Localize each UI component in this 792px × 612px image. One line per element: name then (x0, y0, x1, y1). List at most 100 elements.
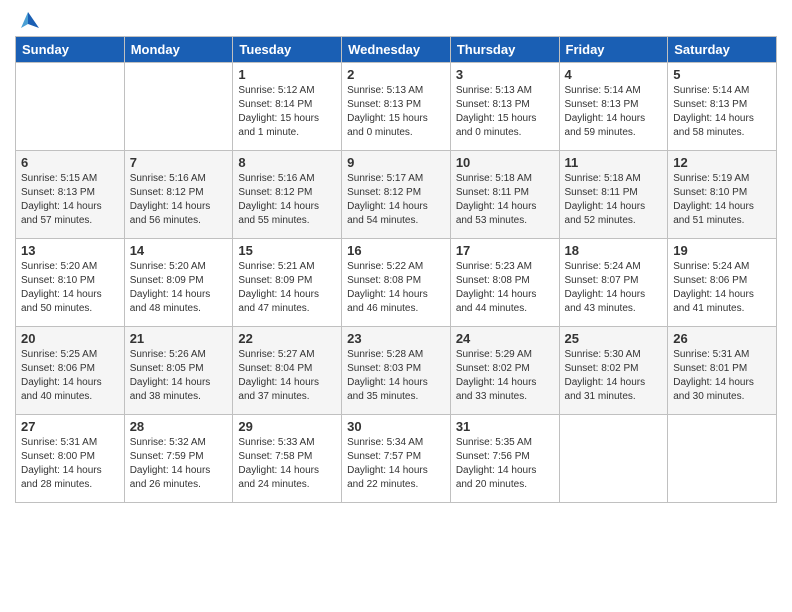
calendar-cell: 11Sunrise: 5:18 AM Sunset: 8:11 PM Dayli… (559, 151, 668, 239)
day-info: Sunrise: 5:14 AM Sunset: 8:13 PM Dayligh… (673, 84, 771, 140)
day-info: Sunrise: 5:21 AM Sunset: 8:09 PM Dayligh… (238, 260, 336, 316)
day-number: 28 (130, 419, 228, 434)
day-info: Sunrise: 5:16 AM Sunset: 8:12 PM Dayligh… (130, 172, 228, 228)
calendar-cell: 5 Sunrise: 5:14 AM Sunset: 8:13 PM Daylig… (668, 63, 777, 151)
day-info: Sunrise: 5:31 AM Sunset: 8:00 PM Dayligh… (21, 436, 119, 492)
calendar-cell: 17 Sunrise: 5:23 AM Sunset: 8:08 PM Dayli… (450, 239, 559, 327)
calendar-cell (124, 63, 233, 151)
week-row-5: 27 Sunrise: 5:31 AM Sunset: 8:00 PM Dayli… (16, 415, 777, 503)
day-number: 15 (238, 243, 336, 258)
calendar-cell (559, 415, 668, 503)
day-number: 24 (456, 331, 554, 346)
col-header-thursday: Thursday (450, 37, 559, 63)
calendar-cell: 12 Sunrise: 5:19 AM Sunset: 8:10 PM Dayli… (668, 151, 777, 239)
day-number: 17 (456, 243, 554, 258)
calendar-cell: 31 Sunrise: 5:35 AM Sunset: 7:56 PM Dayli… (450, 415, 559, 503)
calendar-cell: 20 Sunrise: 5:25 AM Sunset: 8:06 PM Dayli… (16, 327, 125, 415)
calendar-cell: 16Sunrise: 5:22 AM Sunset: 8:08 PM Dayli… (342, 239, 451, 327)
day-info: Sunrise: 5:14 AM Sunset: 8:13 PM Dayligh… (565, 84, 663, 140)
day-info: Sunrise: 5:24 AM Sunset: 8:06 PM Dayligh… (673, 260, 771, 316)
col-header-saturday: Saturday (668, 37, 777, 63)
logo-icon (17, 10, 39, 32)
day-number: 26 (673, 331, 771, 346)
day-info: Sunrise: 5:30 AM Sunset: 8:02 PM Dayligh… (565, 348, 663, 404)
day-info: Sunrise: 5:24 AM Sunset: 8:07 PM Dayligh… (565, 260, 663, 316)
day-number: 23 (347, 331, 445, 346)
calendar-cell: 8 Sunrise: 5:16 AM Sunset: 8:12 PM Daylig… (233, 151, 342, 239)
calendar-cell: 30 Sunrise: 5:34 AM Sunset: 7:57 PM Dayli… (342, 415, 451, 503)
page: SundayMondayTuesdayWednesdayThursdayFrid… (0, 0, 792, 612)
calendar-cell (16, 63, 125, 151)
day-info: Sunrise: 5:26 AM Sunset: 8:05 PM Dayligh… (130, 348, 228, 404)
week-row-3: 13Sunrise: 5:20 AM Sunset: 8:10 PM Dayli… (16, 239, 777, 327)
calendar-cell: 3Sunrise: 5:13 AM Sunset: 8:13 PM Daylig… (450, 63, 559, 151)
day-number: 31 (456, 419, 554, 434)
calendar-cell: 15 Sunrise: 5:21 AM Sunset: 8:09 PM Dayli… (233, 239, 342, 327)
day-number: 16 (347, 243, 445, 258)
header (15, 10, 777, 28)
calendar: SundayMondayTuesdayWednesdayThursdayFrid… (15, 36, 777, 503)
day-number: 29 (238, 419, 336, 434)
logo (15, 10, 39, 28)
day-number: 30 (347, 419, 445, 434)
calendar-cell: 27 Sunrise: 5:31 AM Sunset: 8:00 PM Dayli… (16, 415, 125, 503)
day-number: 27 (21, 419, 119, 434)
day-number: 7 (130, 155, 228, 170)
day-info: Sunrise: 5:34 AM Sunset: 7:57 PM Dayligh… (347, 436, 445, 492)
calendar-cell: 23 Sunrise: 5:28 AM Sunset: 8:03 PM Dayli… (342, 327, 451, 415)
calendar-cell: 2 Sunrise: 5:13 AM Sunset: 8:13 PM Daylig… (342, 63, 451, 151)
calendar-cell: 13Sunrise: 5:20 AM Sunset: 8:10 PM Dayli… (16, 239, 125, 327)
day-info: Sunrise: 5:13 AM Sunset: 8:13 PM Dayligh… (347, 84, 445, 140)
col-header-friday: Friday (559, 37, 668, 63)
day-info: Sunrise: 5:28 AM Sunset: 8:03 PM Dayligh… (347, 348, 445, 404)
day-number: 10 (456, 155, 554, 170)
calendar-cell: 18 Sunrise: 5:24 AM Sunset: 8:07 PM Dayli… (559, 239, 668, 327)
col-header-wednesday: Wednesday (342, 37, 451, 63)
day-info: Sunrise: 5:27 AM Sunset: 8:04 PM Dayligh… (238, 348, 336, 404)
calendar-cell: 4 Sunrise: 5:14 AM Sunset: 8:13 PM Daylig… (559, 63, 668, 151)
day-info: Sunrise: 5:16 AM Sunset: 8:12 PM Dayligh… (238, 172, 336, 228)
calendar-cell: 21Sunrise: 5:26 AM Sunset: 8:05 PM Dayli… (124, 327, 233, 415)
day-info: Sunrise: 5:33 AM Sunset: 7:58 PM Dayligh… (238, 436, 336, 492)
day-number: 13 (21, 243, 119, 258)
day-info: Sunrise: 5:31 AM Sunset: 8:01 PM Dayligh… (673, 348, 771, 404)
day-info: Sunrise: 5:25 AM Sunset: 8:06 PM Dayligh… (21, 348, 119, 404)
day-info: Sunrise: 5:32 AM Sunset: 7:59 PM Dayligh… (130, 436, 228, 492)
day-number: 2 (347, 67, 445, 82)
day-info: Sunrise: 5:20 AM Sunset: 8:09 PM Dayligh… (130, 260, 228, 316)
day-info: Sunrise: 5:15 AM Sunset: 8:13 PM Dayligh… (21, 172, 119, 228)
calendar-cell: 10 Sunrise: 5:18 AM Sunset: 8:11 PM Dayli… (450, 151, 559, 239)
day-number: 4 (565, 67, 663, 82)
calendar-cell: 6 Sunrise: 5:15 AM Sunset: 8:13 PM Daylig… (16, 151, 125, 239)
day-info: Sunrise: 5:29 AM Sunset: 8:02 PM Dayligh… (456, 348, 554, 404)
day-number: 8 (238, 155, 336, 170)
calendar-cell: 14Sunrise: 5:20 AM Sunset: 8:09 PM Dayli… (124, 239, 233, 327)
day-number: 6 (21, 155, 119, 170)
day-number: 5 (673, 67, 771, 82)
day-number: 25 (565, 331, 663, 346)
day-number: 12 (673, 155, 771, 170)
week-row-1: 1 Sunrise: 5:12 AM Sunset: 8:14 PM Daylig… (16, 63, 777, 151)
day-info: Sunrise: 5:12 AM Sunset: 8:14 PM Dayligh… (238, 84, 336, 140)
day-info: Sunrise: 5:18 AM Sunset: 8:11 PM Dayligh… (565, 172, 663, 228)
calendar-cell: 9Sunrise: 5:17 AM Sunset: 8:12 PM Daylig… (342, 151, 451, 239)
day-info: Sunrise: 5:35 AM Sunset: 7:56 PM Dayligh… (456, 436, 554, 492)
day-number: 3 (456, 67, 554, 82)
col-header-tuesday: Tuesday (233, 37, 342, 63)
calendar-cell: 1 Sunrise: 5:12 AM Sunset: 8:14 PM Daylig… (233, 63, 342, 151)
day-info: Sunrise: 5:17 AM Sunset: 8:12 PM Dayligh… (347, 172, 445, 228)
day-number: 19 (673, 243, 771, 258)
day-number: 18 (565, 243, 663, 258)
day-number: 1 (238, 67, 336, 82)
calendar-cell: 22Sunrise: 5:27 AM Sunset: 8:04 PM Dayli… (233, 327, 342, 415)
calendar-header-row: SundayMondayTuesdayWednesdayThursdayFrid… (16, 37, 777, 63)
day-info: Sunrise: 5:19 AM Sunset: 8:10 PM Dayligh… (673, 172, 771, 228)
day-info: Sunrise: 5:23 AM Sunset: 8:08 PM Dayligh… (456, 260, 554, 316)
col-header-monday: Monday (124, 37, 233, 63)
calendar-cell: 28 Sunrise: 5:32 AM Sunset: 7:59 PM Dayli… (124, 415, 233, 503)
calendar-cell: 26 Sunrise: 5:31 AM Sunset: 8:01 PM Dayli… (668, 327, 777, 415)
day-number: 20 (21, 331, 119, 346)
day-info: Sunrise: 5:18 AM Sunset: 8:11 PM Dayligh… (456, 172, 554, 228)
calendar-cell: 29 Sunrise: 5:33 AM Sunset: 7:58 PM Dayli… (233, 415, 342, 503)
week-row-4: 20 Sunrise: 5:25 AM Sunset: 8:06 PM Dayli… (16, 327, 777, 415)
